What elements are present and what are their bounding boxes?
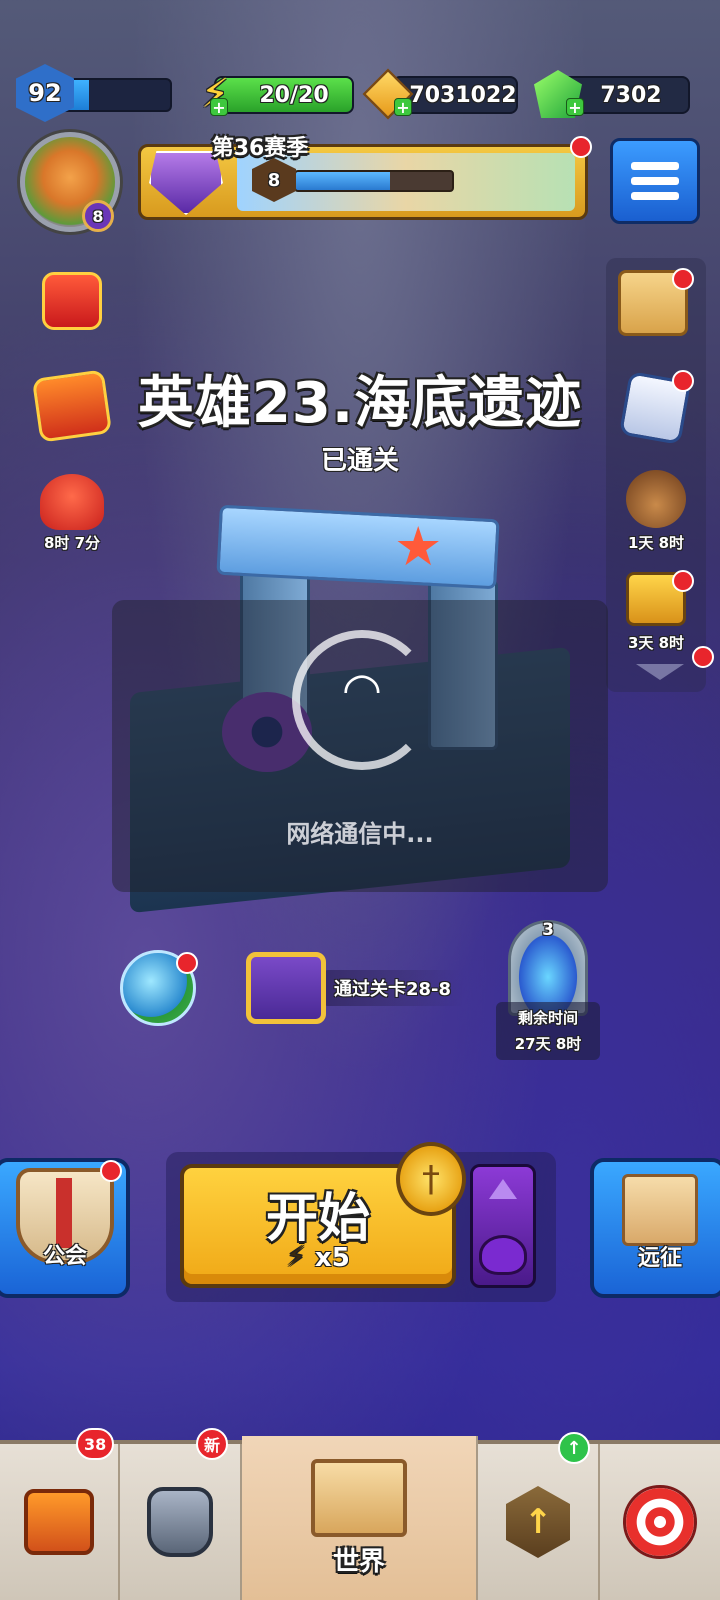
portal-time-value: 27天 8时 [514,1035,582,1053]
wizard-timer: 1天 8时 [627,534,685,552]
nav-tab-world[interactable]: 世界 [242,1436,478,1600]
stage-status: 已通关 [320,446,399,476]
equipment-new-badge: 新 [196,1428,229,1460]
loading-status-text: 网络通信中... [286,820,434,848]
octopus-timer: 8时 7分 [43,534,101,552]
chest-timer: 3天 8时 [627,634,685,652]
demon-skull-icon [479,1235,527,1275]
wizard-cat-icon[interactable] [626,470,686,528]
gem-value: 7302 [600,82,662,108]
treasure-chest-icon [24,1489,94,1555]
boss-mode-button[interactable] [470,1164,536,1288]
main-menu-button[interactable] [610,138,700,224]
add-energy-icon[interactable]: + [210,98,228,117]
globe-notification-dot [176,952,198,974]
nav-tab-chests[interactable] [0,1444,120,1600]
portal-count: 3 [542,920,554,940]
menu-line-icon [631,177,679,185]
map-box-notification-dot [672,268,694,290]
nav-tab-challenges[interactable] [600,1444,720,1600]
avatar-level-badge: 8 [82,200,114,232]
expedition-label: 远征 [637,1246,682,1271]
up-arrow-icon [489,1179,517,1199]
energy-value: 20/20 [259,82,329,108]
stage-title: 英雄23.海底遗迹 [137,371,583,436]
energy-counter[interactable]: 20/20 [214,76,354,114]
season-progress-bar [294,170,454,192]
upgrade-arrow-icon: ↑ [506,1486,570,1558]
gift-icon[interactable] [42,272,102,330]
season-title: 第36赛季 [211,136,309,161]
archery-target-icon [623,1485,697,1559]
guild-notification-dot [100,1160,122,1182]
add-gem-icon[interactable]: + [566,98,584,117]
add-gold-icon[interactable]: + [394,98,412,117]
player-level-badge[interactable]: 92 [16,64,74,122]
upgrade-available-icon: ↑ [558,1432,590,1464]
menu-line-icon [631,192,679,200]
chest-count-badge: 38 [76,1428,115,1460]
player-xp-bar [60,78,172,112]
menu-line-icon [631,162,679,170]
armor-icon [147,1487,213,1557]
purple-chest-icon[interactable] [246,952,326,1024]
starfish-icon: ★ [394,515,443,578]
sword-badge-icon[interactable]: † [396,1142,466,1216]
season-progress-fill [296,172,390,190]
gold-value: 7031022 [409,82,517,108]
nav-tab-equipment[interactable] [120,1444,242,1600]
chest-condition-text: 通过关卡28-8 [324,970,464,1006]
start-cost-value: x5 [314,1243,350,1273]
energy-bolt-icon: ⚡ [286,1240,306,1273]
world-tab-label: 世界 [332,1546,385,1577]
chest-notification-dot [672,570,694,592]
octopus-event-icon[interactable] [40,474,104,530]
ruin-arch-top [216,504,500,590]
wifi-signal-icon: ◠ [341,662,383,716]
expand-chevron-down-icon[interactable] [636,664,684,680]
nav-tab-upgrades[interactable]: ↑ [478,1444,600,1600]
start-cost: ⚡ x5 [180,1240,456,1273]
portal-time-label: 剩余时间 [517,1009,578,1027]
treasure-map-icon [622,1174,698,1246]
season-notification-dot [570,136,592,158]
world-map-icon [311,1458,407,1537]
guild-label: 公会 [42,1244,87,1269]
expand-notification-dot [692,646,714,668]
portal-time-box: 剩余时间 27天 8时 [496,1002,600,1060]
